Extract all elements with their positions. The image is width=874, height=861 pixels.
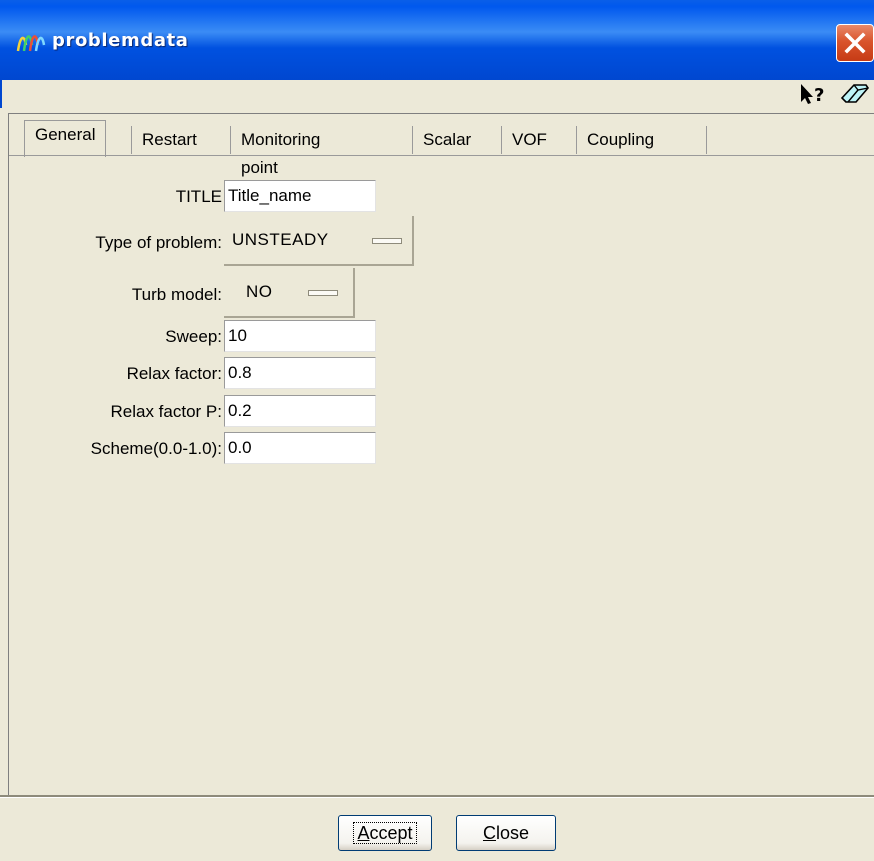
tab-scalar[interactable]: Scalar bbox=[412, 126, 481, 154]
tab-monitoring-point[interactable]: Monitoring point bbox=[230, 126, 330, 177]
tab-label: Coupling bbox=[587, 130, 655, 149]
title-input[interactable]: Title_name bbox=[224, 180, 376, 212]
turb-model-value: NO bbox=[246, 282, 273, 301]
close-mnemonic: C bbox=[482, 823, 496, 843]
problemdata-window: problemdata ? General Restart Monitoring… bbox=[0, 0, 874, 861]
accept-button-label: Accept bbox=[353, 822, 417, 844]
close-window-button[interactable] bbox=[836, 24, 874, 62]
close-icon bbox=[844, 32, 866, 54]
problem-type-label: Type of problem: bbox=[95, 233, 222, 252]
sweep-label: Sweep: bbox=[165, 327, 222, 346]
sweep-input[interactable]: 10 bbox=[224, 320, 376, 352]
relax-factor-p-label: Relax factor P: bbox=[110, 402, 223, 421]
eraser-icon[interactable] bbox=[840, 82, 870, 106]
tab-general[interactable]: General bbox=[24, 120, 107, 157]
relax-factor-label: Relax factor: bbox=[126, 364, 222, 383]
tab-label: General bbox=[35, 125, 96, 144]
tab-restart[interactable]: Restart bbox=[131, 126, 207, 154]
close-button-label: Close bbox=[483, 823, 529, 843]
scheme-input[interactable]: 0.0 bbox=[224, 432, 376, 464]
relax-factor-input[interactable]: 0.8 bbox=[224, 357, 376, 389]
title-label: TITLE bbox=[175, 187, 222, 206]
close-button[interactable]: Close bbox=[456, 815, 556, 851]
relax-factor-p-input[interactable]: 0.2 bbox=[224, 395, 376, 427]
app-icon bbox=[16, 35, 46, 52]
close-rest: lose bbox=[495, 823, 530, 843]
accept-rest: ccept bbox=[369, 823, 413, 843]
option-menu-indicator-icon bbox=[372, 238, 402, 244]
accept-button[interactable]: Accept bbox=[338, 815, 432, 851]
button-bar-separator bbox=[0, 795, 874, 798]
option-menu-indicator-icon bbox=[308, 290, 338, 296]
problem-type-dropdown[interactable]: UNSTEADY bbox=[224, 216, 414, 266]
tab-vof[interactable]: VOF bbox=[501, 126, 557, 154]
accept-mnemonic: A bbox=[357, 823, 370, 843]
context-help-icon[interactable]: ? bbox=[799, 82, 831, 106]
help-toolbar: ? bbox=[0, 80, 874, 108]
tab-separator bbox=[706, 126, 707, 154]
turb-model-label: Turb model: bbox=[131, 285, 222, 304]
tab-label: Scalar bbox=[423, 130, 472, 149]
tab-baseline bbox=[9, 155, 874, 156]
tab-coupling[interactable]: Coupling bbox=[576, 126, 664, 154]
tab-label: Restart bbox=[142, 130, 197, 149]
problem-type-value: UNSTEADY bbox=[232, 230, 329, 249]
window-title: problemdata bbox=[52, 30, 189, 51]
title-bar[interactable]: problemdata bbox=[0, 0, 874, 80]
turb-model-dropdown[interactable]: NO bbox=[224, 268, 355, 318]
tab-label: VOF bbox=[512, 130, 547, 149]
scheme-label: Scheme(0.0-1.0): bbox=[90, 439, 222, 458]
svg-text:?: ? bbox=[814, 85, 824, 106]
